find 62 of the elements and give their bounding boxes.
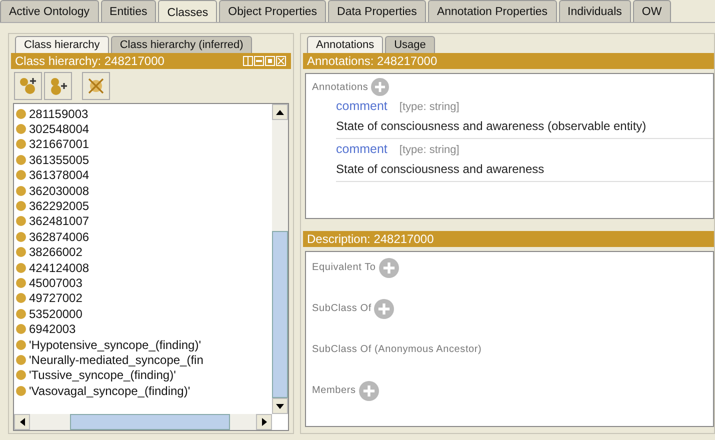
class-item[interactable]: 361378004 (16, 168, 272, 183)
add-sibling-button[interactable] (44, 72, 72, 100)
tab[interactable]: Individuals (558, 0, 631, 22)
add-icon[interactable] (374, 299, 394, 319)
add-icon[interactable] (358, 381, 379, 401)
section-label: Members (312, 385, 356, 396)
scroll-up-icon[interactable] (276, 110, 284, 114)
scroll-right-icon[interactable] (262, 418, 266, 426)
annotation-type: [type: string] (399, 144, 460, 156)
class-item[interactable]: 49727002 (16, 290, 272, 306)
class-item[interactable]: 362292005 (16, 198, 272, 214)
add-subclass-icon (18, 76, 38, 96)
section-label: SubClass Of (Anonymous Ancestor) (312, 344, 482, 355)
tab[interactable]: Usage (385, 36, 435, 53)
tab[interactable]: Class hierarchy (15, 36, 109, 53)
annotation-type: [type: string] (399, 101, 460, 113)
add-icon[interactable] (371, 78, 390, 96)
section-label: Annotations (312, 82, 368, 92)
horizontal-scrollbar[interactable] (14, 414, 272, 430)
vertical-scrollbar[interactable] (272, 104, 288, 414)
annotation-value: State of consciousness and awareness (observable entity) (336, 119, 648, 133)
class-item[interactable]: 302548004 (16, 121, 272, 137)
tab[interactable]: Active Ontology (0, 0, 99, 22)
scroll-left-icon[interactable] (20, 418, 24, 426)
tab[interactable]: Class hierarchy (inferred) (110, 36, 252, 53)
class-item[interactable]: 45007003 (16, 275, 272, 291)
class-item[interactable]: 38266002 (16, 244, 272, 260)
add-subclass-button[interactable] (14, 72, 42, 100)
add-icon[interactable] (378, 258, 399, 278)
tab[interactable]: Annotations (307, 36, 384, 53)
class-item[interactable]: 53520000 (16, 306, 272, 322)
annotation-property[interactable]: comment (336, 142, 388, 156)
class-item[interactable]: 362874006 (16, 229, 272, 245)
panel-title: Description: 248217000 (307, 232, 434, 246)
class-item[interactable]: 424124008 (16, 260, 272, 276)
section-label: SubClass Of (312, 303, 372, 314)
tab[interactable]: Entities (100, 0, 156, 22)
annotation-property[interactable]: comment (336, 99, 388, 113)
class-item[interactable]: 281159003 (16, 106, 272, 122)
class-item[interactable]: 321667001 (16, 136, 272, 152)
scroll-down-icon[interactable] (276, 404, 284, 408)
add-sibling-icon (48, 76, 68, 96)
tab[interactable]: Data Properties (328, 0, 426, 22)
section-label: Equivalent To (312, 262, 376, 273)
tab[interactable]: Object Properties (219, 0, 326, 22)
class-item[interactable]: 'Vasovagal_syncope_(finding)' (16, 383, 272, 398)
panel-title: Class hierarchy: 248217000 (15, 54, 164, 68)
class-item[interactable]: 6942003 (16, 321, 272, 337)
class-item[interactable]: 362481007 (16, 214, 272, 230)
class-item[interactable]: 'Hypotensive_syncope_(finding)' (16, 336, 272, 352)
annotation-value: State of consciousness and awareness (336, 162, 546, 176)
class-item[interactable]: 361355005 (16, 152, 272, 168)
delete-class-button[interactable] (82, 72, 110, 100)
tab[interactable]: Classes (158, 0, 218, 22)
class-item[interactable]: 'Tussive_syncope_(finding)' (16, 368, 272, 384)
class-item[interactable]: 'Neurally-mediated_syncope_(fin (16, 352, 272, 368)
window-controls-icon[interactable] (243, 56, 287, 66)
class-item[interactable]: 362030008 (16, 182, 272, 198)
tab[interactable]: Annotation Properties (428, 0, 557, 22)
delete-class-icon (86, 76, 106, 96)
panel-title: Annotations: 248217000 (307, 54, 438, 68)
tab[interactable]: OW (632, 0, 671, 22)
